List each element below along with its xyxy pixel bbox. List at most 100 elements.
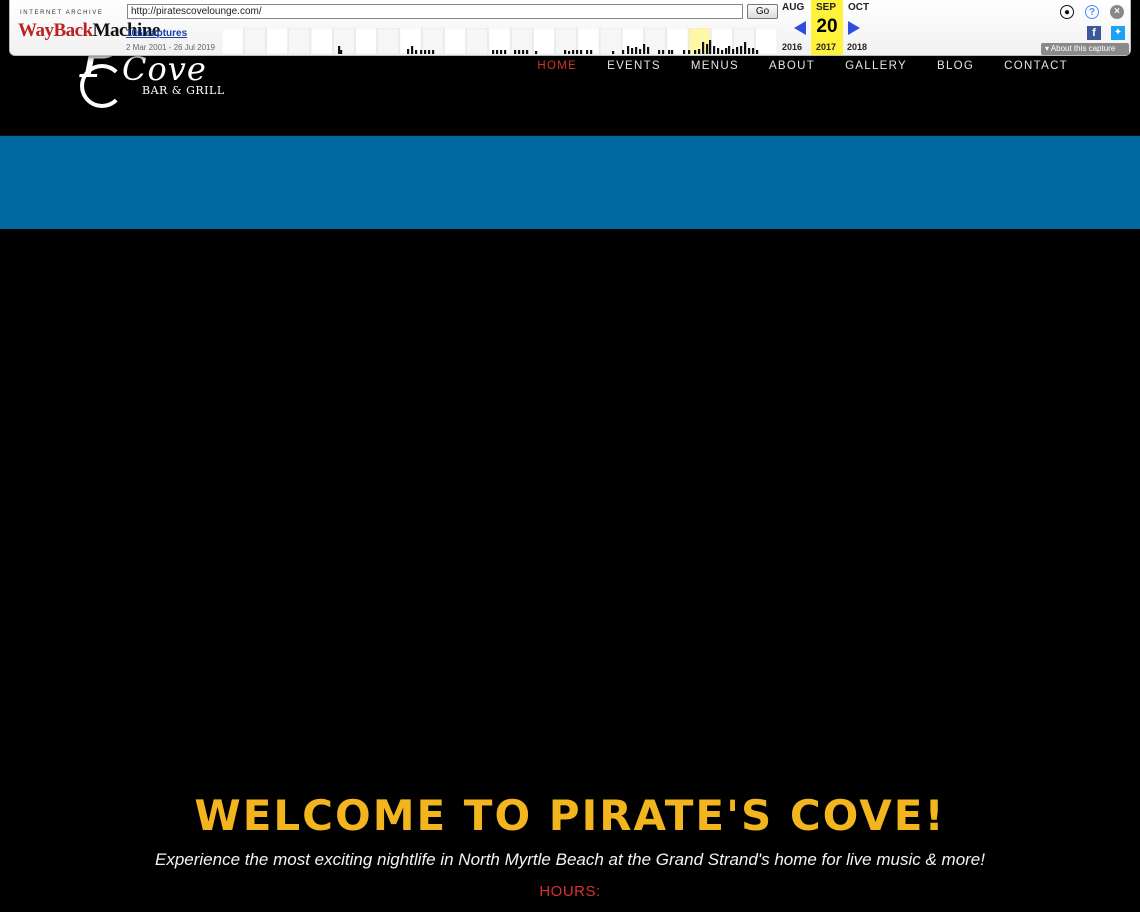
- graph-year-column[interactable]: [755, 28, 778, 54]
- graph-capture-tick[interactable]: [424, 50, 427, 54]
- graph-capture-tick[interactable]: [694, 50, 697, 54]
- graph-year-column[interactable]: [599, 28, 622, 54]
- graph-capture-tick[interactable]: [713, 46, 716, 54]
- graph-capture-tick[interactable]: [702, 42, 705, 54]
- graph-capture-tick[interactable]: [732, 49, 735, 54]
- graph-capture-tick[interactable]: [717, 48, 720, 54]
- wayback-prev-arrow-icon[interactable]: [794, 21, 806, 35]
- graph-capture-tick[interactable]: [706, 44, 709, 54]
- graph-capture-tick[interactable]: [622, 50, 625, 54]
- graph-capture-tick[interactable]: [564, 50, 567, 54]
- nav-gallery[interactable]: GALLERY: [845, 60, 907, 72]
- graph-capture-tick[interactable]: [415, 50, 418, 54]
- graph-year-column[interactable]: [288, 28, 311, 54]
- graph-capture-tick[interactable]: [631, 48, 634, 54]
- nav-contact[interactable]: CONTACT: [1004, 60, 1068, 72]
- caret-down-icon: ▾: [1045, 44, 1050, 53]
- graph-year-column[interactable]: [399, 28, 422, 54]
- graph-capture-tick[interactable]: [748, 48, 751, 54]
- graph-year-column[interactable]: [310, 28, 333, 54]
- wayback-year-prev[interactable]: 2016: [782, 42, 802, 52]
- graph-capture-tick[interactable]: [671, 50, 674, 54]
- graph-capture-tick[interactable]: [522, 50, 525, 54]
- wayback-month-next[interactable]: OCT: [848, 2, 869, 13]
- graph-capture-tick[interactable]: [407, 49, 410, 54]
- wayback-url-input[interactable]: http://piratescovelounge.com/: [127, 4, 743, 19]
- graph-capture-tick[interactable]: [514, 50, 517, 54]
- graph-capture-tick[interactable]: [590, 50, 593, 54]
- graph-capture-tick[interactable]: [709, 40, 712, 54]
- graph-capture-tick[interactable]: [420, 50, 423, 54]
- graph-capture-tick[interactable]: [744, 42, 747, 54]
- user-icon[interactable]: ●: [1060, 5, 1074, 19]
- graph-capture-tick[interactable]: [756, 50, 759, 54]
- facebook-icon[interactable]: f: [1087, 26, 1101, 40]
- graph-capture-tick[interactable]: [568, 51, 571, 54]
- wayback-about-capture[interactable]: ▾ About this capture: [1041, 43, 1129, 55]
- graph-capture-tick[interactable]: [635, 47, 638, 54]
- nav-blog[interactable]: BLOG: [937, 60, 974, 72]
- graph-capture-tick[interactable]: [647, 47, 650, 54]
- close-icon[interactable]: ×: [1110, 5, 1124, 19]
- main-nav: HOME EVENTS MENUS ABOUT GALLERY BLOG CON…: [537, 60, 1068, 72]
- graph-capture-tick[interactable]: [526, 50, 529, 54]
- nav-events[interactable]: EVENTS: [607, 60, 661, 72]
- wayback-month-prev[interactable]: AUG: [782, 2, 804, 13]
- graph-capture-tick[interactable]: [721, 50, 724, 54]
- graph-capture-tick[interactable]: [580, 50, 583, 54]
- graph-capture-tick[interactable]: [496, 50, 499, 54]
- nav-home[interactable]: HOME: [537, 60, 577, 72]
- graph-capture-tick[interactable]: [338, 46, 341, 54]
- wayback-next-arrow-icon[interactable]: [848, 21, 860, 35]
- graph-capture-tick[interactable]: [411, 46, 414, 54]
- graph-capture-tick[interactable]: [668, 50, 671, 54]
- graph-capture-tick[interactable]: [643, 44, 646, 54]
- graph-year-column[interactable]: [355, 28, 377, 54]
- help-icon[interactable]: ?: [1085, 5, 1099, 19]
- wayback-toolbar: INTERNET ARCHIVE WayBackMachine http://p…: [9, 0, 1131, 56]
- graph-capture-tick[interactable]: [658, 50, 661, 54]
- logo-tagline: BAR & GRILL: [142, 84, 225, 97]
- wayback-logo-ia: INTERNET ARCHIVE: [20, 10, 104, 16]
- nav-menus[interactable]: MENUS: [691, 60, 739, 72]
- graph-capture-tick[interactable]: [662, 50, 665, 54]
- nav-about[interactable]: ABOUT: [769, 60, 815, 72]
- graph-capture-tick[interactable]: [728, 46, 731, 54]
- twitter-icon[interactable]: ✦: [1111, 26, 1125, 40]
- graph-year-column[interactable]: [377, 28, 400, 54]
- graph-capture-tick[interactable]: [683, 50, 686, 54]
- graph-capture-tick[interactable]: [504, 50, 507, 54]
- graph-capture-tick[interactable]: [736, 47, 739, 54]
- graph-year-column[interactable]: [222, 28, 244, 54]
- graph-capture-tick[interactable]: [639, 49, 642, 54]
- graph-capture-tick[interactable]: [432, 50, 435, 54]
- graph-year-column[interactable]: [533, 28, 555, 54]
- wayback-capture-graph[interactable]: [222, 28, 778, 54]
- graph-year-column[interactable]: [243, 28, 266, 54]
- wayback-year-next[interactable]: 2018: [847, 42, 867, 52]
- graph-capture-tick[interactable]: [752, 48, 755, 54]
- wayback-go-button[interactable]: Go: [747, 4, 778, 19]
- graph-capture-tick[interactable]: [572, 50, 575, 54]
- graph-capture-tick[interactable]: [725, 48, 728, 54]
- graph-year-column[interactable]: [466, 28, 489, 54]
- graph-capture-tick[interactable]: [698, 49, 701, 54]
- graph-capture-tick[interactable]: [518, 50, 521, 54]
- graph-capture-tick[interactable]: [500, 50, 503, 54]
- graph-capture-tick[interactable]: [428, 50, 431, 54]
- graph-year-column[interactable]: [266, 28, 288, 54]
- graph-capture-tick[interactable]: [627, 46, 630, 54]
- wayback-captures-link[interactable]: 106 captures: [126, 28, 187, 39]
- graph-capture-tick[interactable]: [740, 46, 743, 54]
- graph-year-column[interactable]: [444, 28, 466, 54]
- graph-capture-tick[interactable]: [340, 50, 343, 54]
- wayback-logo[interactable]: INTERNET ARCHIVE WayBackMachine: [18, 8, 160, 44]
- graph-capture-tick[interactable]: [688, 50, 691, 54]
- graph-capture-tick[interactable]: [586, 50, 589, 54]
- graph-capture-tick[interactable]: [612, 51, 615, 54]
- welcome-subtitle: Experience the most exciting nightlife i…: [154, 850, 985, 869]
- graph-capture-tick[interactable]: [492, 50, 495, 54]
- graph-capture-tick[interactable]: [535, 51, 538, 54]
- graph-capture-tick[interactable]: [576, 50, 579, 54]
- graph-year-column[interactable]: [332, 28, 355, 54]
